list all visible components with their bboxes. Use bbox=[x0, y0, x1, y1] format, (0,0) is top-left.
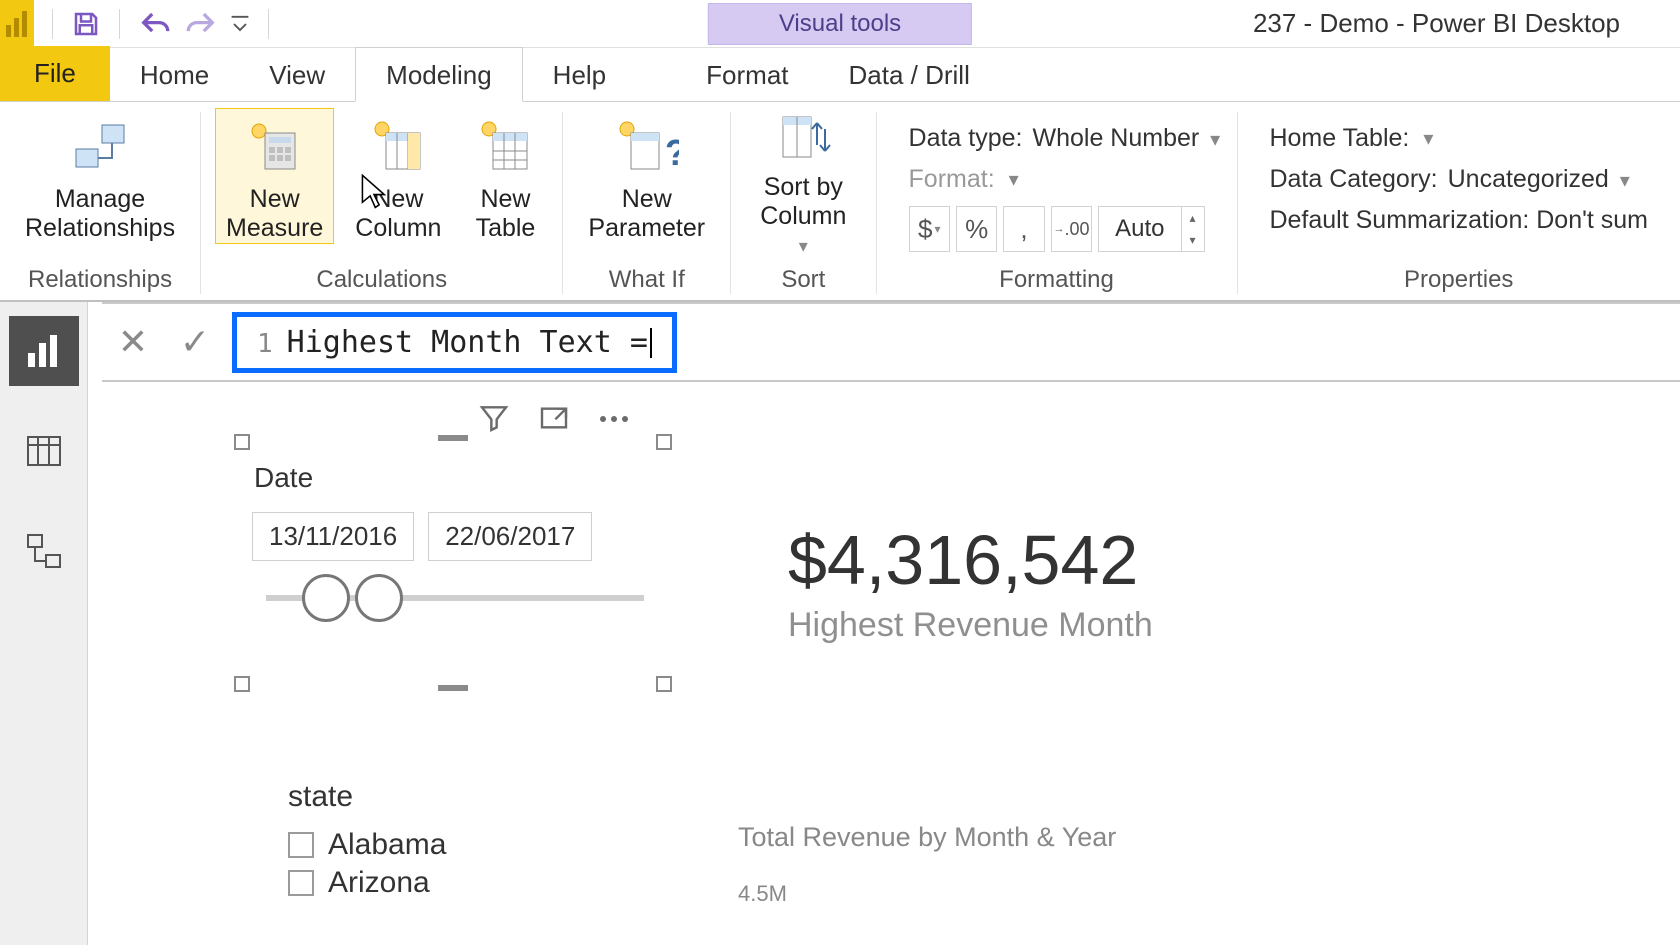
separator bbox=[268, 9, 269, 39]
checkbox-icon[interactable] bbox=[288, 870, 314, 896]
separator bbox=[52, 9, 53, 39]
tab-file[interactable]: File bbox=[0, 46, 110, 101]
new-table-button[interactable]: New Table bbox=[462, 108, 548, 244]
kpi-card-visual[interactable]: $4,316,542 Highest Revenue Month bbox=[788, 520, 1153, 645]
format-dropdown[interactable]: ▾ bbox=[1009, 167, 1019, 192]
decimal-button[interactable]: →.00 bbox=[1051, 206, 1092, 252]
home-table-dropdown[interactable]: ▾ bbox=[1423, 126, 1433, 151]
chart-title: Total Revenue by Month & Year bbox=[738, 822, 1116, 853]
formula-input-highlight: 1 Highest Month Text = bbox=[232, 312, 677, 373]
tab-modeling[interactable]: Modeling bbox=[355, 47, 523, 102]
sort-icon bbox=[771, 103, 835, 167]
new-parameter-button[interactable]: ? New Parameter bbox=[577, 108, 716, 244]
state-slicer-visual[interactable]: state Alabama Arizona bbox=[288, 780, 446, 904]
filter-icon[interactable] bbox=[478, 402, 510, 439]
visual-header-actions bbox=[478, 402, 630, 439]
new-column-icon bbox=[366, 115, 430, 179]
svg-text:?: ? bbox=[665, 132, 679, 173]
sort-by-column-button[interactable]: Sort by Column ▾ bbox=[745, 96, 862, 260]
app-icon bbox=[0, 0, 34, 48]
qat-customize-icon[interactable] bbox=[230, 12, 250, 36]
spin-up-icon: ▴ bbox=[1182, 207, 1204, 229]
focus-mode-icon[interactable] bbox=[538, 402, 570, 439]
new-parameter-icon: ? bbox=[615, 115, 679, 179]
data-category-dropdown[interactable]: Uncategorized ▾ bbox=[1448, 165, 1630, 194]
thousands-button[interactable]: , bbox=[1003, 206, 1044, 252]
new-measure-button[interactable]: New Measure bbox=[215, 108, 334, 244]
group-label-calculations: Calculations bbox=[316, 260, 447, 300]
contextual-tab-label: Visual tools bbox=[708, 3, 972, 45]
undo-icon[interactable] bbox=[138, 9, 172, 39]
revenue-chart-visual[interactable]: Total Revenue by Month & Year 4.5M bbox=[738, 822, 1116, 907]
decimal-places-spinner[interactable]: Auto ▴▾ bbox=[1098, 206, 1204, 252]
chart-y-tick: 4.5M bbox=[738, 881, 1116, 907]
resize-handle[interactable] bbox=[234, 676, 250, 692]
resize-handle[interactable] bbox=[656, 676, 672, 692]
data-category-label: Data Category: bbox=[1269, 165, 1437, 194]
slicer-title: Date bbox=[254, 462, 658, 494]
date-slider[interactable] bbox=[266, 595, 644, 601]
formula-input[interactable]: Highest Month Text = bbox=[287, 325, 652, 360]
percent-button[interactable]: % bbox=[956, 206, 997, 252]
resize-handle[interactable] bbox=[438, 685, 468, 691]
tab-home[interactable]: Home bbox=[110, 48, 239, 101]
report-view-button[interactable] bbox=[9, 316, 79, 386]
relationships-icon bbox=[68, 115, 132, 179]
group-label-properties: Properties bbox=[1404, 260, 1513, 300]
group-label-formatting: Formatting bbox=[999, 260, 1114, 300]
group-label-whatif: What If bbox=[609, 260, 685, 300]
format-label: Format: bbox=[909, 165, 995, 194]
slider-thumb-end[interactable] bbox=[355, 574, 403, 622]
data-view-button[interactable] bbox=[9, 416, 79, 486]
resize-handle[interactable] bbox=[438, 435, 468, 441]
currency-button[interactable]: $▾ bbox=[909, 206, 950, 252]
model-view-button[interactable] bbox=[9, 516, 79, 586]
state-slicer-title: state bbox=[288, 780, 446, 814]
tab-data-drill[interactable]: Data / Drill bbox=[819, 48, 1000, 101]
default-summarization-label: Default Summarization: Don't sum bbox=[1269, 206, 1648, 235]
main-menu: File Home View Modeling Help Format Data… bbox=[0, 48, 1680, 102]
data-type-dropdown[interactable]: Whole Number ▾ bbox=[1032, 124, 1220, 153]
tab-help[interactable]: Help bbox=[523, 48, 636, 101]
formula-commit-button[interactable]: ✓ bbox=[164, 312, 226, 372]
new-measure-icon bbox=[243, 115, 307, 179]
redo-icon[interactable] bbox=[184, 9, 218, 39]
report-canvas: ✕ ✓ 1 Highest Month Text = Date 13/ bbox=[88, 302, 1680, 945]
view-switcher bbox=[0, 302, 88, 945]
new-column-button[interactable]: New Column bbox=[344, 108, 452, 244]
data-type-label: Data type: bbox=[909, 124, 1023, 153]
formula-bar: ✕ ✓ 1 Highest Month Text = bbox=[102, 302, 1680, 382]
more-options-icon[interactable] bbox=[598, 412, 630, 430]
new-table-icon bbox=[473, 115, 537, 179]
kpi-value: $4,316,542 bbox=[788, 520, 1153, 600]
save-icon[interactable] bbox=[71, 9, 101, 39]
ribbon: Manage Relationships Relationships New M… bbox=[0, 102, 1680, 302]
checkbox-icon[interactable] bbox=[288, 832, 314, 858]
slider-thumb-start[interactable] bbox=[302, 574, 350, 622]
date-start-input[interactable]: 13/11/2016 bbox=[252, 512, 414, 561]
date-slicer-visual[interactable]: Date 13/11/2016 22/06/2017 bbox=[238, 438, 668, 688]
spin-down-icon: ▾ bbox=[1182, 229, 1204, 251]
resize-handle[interactable] bbox=[656, 434, 672, 450]
kpi-label: Highest Revenue Month bbox=[788, 606, 1153, 645]
state-item[interactable]: Arizona bbox=[288, 866, 446, 900]
formula-cancel-button[interactable]: ✕ bbox=[102, 312, 164, 372]
separator bbox=[119, 9, 120, 39]
date-end-input[interactable]: 22/06/2017 bbox=[428, 512, 592, 561]
manage-relationships-button[interactable]: Manage Relationships bbox=[14, 108, 186, 244]
tab-view[interactable]: View bbox=[239, 48, 355, 101]
group-label-relationships: Relationships bbox=[28, 260, 172, 300]
state-item[interactable]: Alabama bbox=[288, 828, 446, 862]
chevron-down-icon: ▾ bbox=[799, 236, 808, 256]
formula-line-number: 1 bbox=[257, 329, 273, 359]
document-title: 237 - Demo - Power BI Desktop bbox=[1253, 8, 1620, 39]
home-table-label: Home Table: bbox=[1269, 124, 1409, 153]
group-label-sort: Sort bbox=[781, 260, 825, 300]
tab-format[interactable]: Format bbox=[676, 48, 818, 101]
